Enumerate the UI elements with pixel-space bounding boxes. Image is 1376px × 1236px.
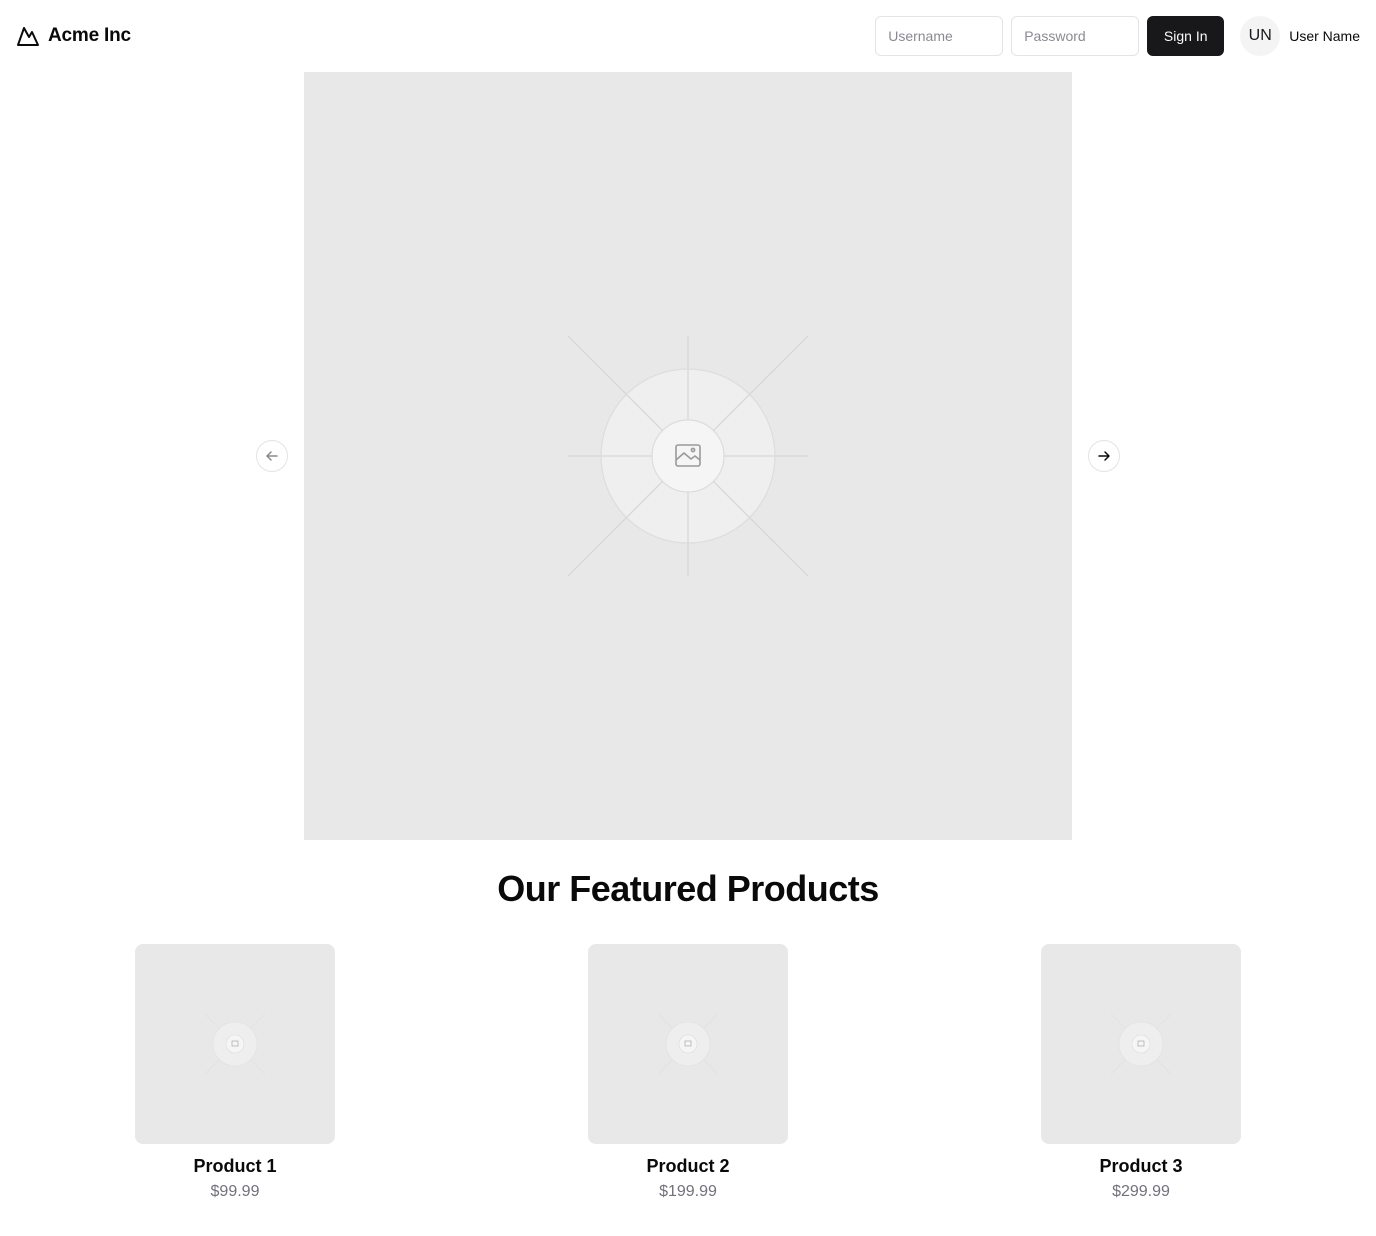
site-header: Acme Inc Sign In UN User Name — [0, 0, 1376, 72]
carousel-next-button[interactable] — [1088, 440, 1120, 472]
product-image[interactable] — [135, 944, 335, 1144]
arrow-right-icon — [1098, 451, 1110, 461]
product-image[interactable] — [588, 944, 788, 1144]
image-placeholder-icon — [657, 1013, 719, 1075]
avatar-initials: UN — [1248, 27, 1272, 44]
product-price: $99.99 — [210, 1183, 260, 1200]
avatar[interactable]: UN — [1240, 16, 1281, 56]
image-placeholder-icon — [567, 335, 809, 577]
user-menu[interactable]: UN User Name — [1240, 16, 1360, 56]
image-placeholder-icon — [1110, 1013, 1172, 1075]
product-price: $299.99 — [1112, 1183, 1170, 1200]
section-title: Our Featured Products — [497, 868, 879, 909]
product-card[interactable]: Product 3 $299.99 — [1041, 944, 1241, 1202]
product-name: Product 3 — [1099, 1156, 1183, 1176]
username-input[interactable] — [875, 16, 1004, 56]
image-placeholder-icon — [204, 1013, 266, 1075]
password-input[interactable] — [1011, 16, 1140, 56]
brand-name: Acme Inc — [48, 25, 131, 46]
sign-in-button[interactable]: Sign In — [1147, 16, 1225, 56]
arrow-left-icon — [266, 451, 278, 461]
product-card[interactable]: Product 2 $199.99 — [588, 944, 788, 1202]
carousel-prev-button[interactable] — [256, 440, 288, 472]
brand-link[interactable]: Acme Inc — [16, 22, 131, 50]
carousel-slide-image — [304, 72, 1072, 840]
product-card[interactable]: Product 1 $99.99 — [135, 944, 335, 1202]
product-price: $199.99 — [659, 1183, 717, 1200]
product-name: Product 1 — [193, 1156, 277, 1176]
user-name: User Name — [1289, 28, 1360, 44]
mountain-icon — [17, 27, 39, 46]
product-name: Product 2 — [646, 1156, 730, 1176]
login-form: Sign In UN User Name — [875, 16, 1360, 56]
product-image[interactable] — [1041, 944, 1241, 1144]
